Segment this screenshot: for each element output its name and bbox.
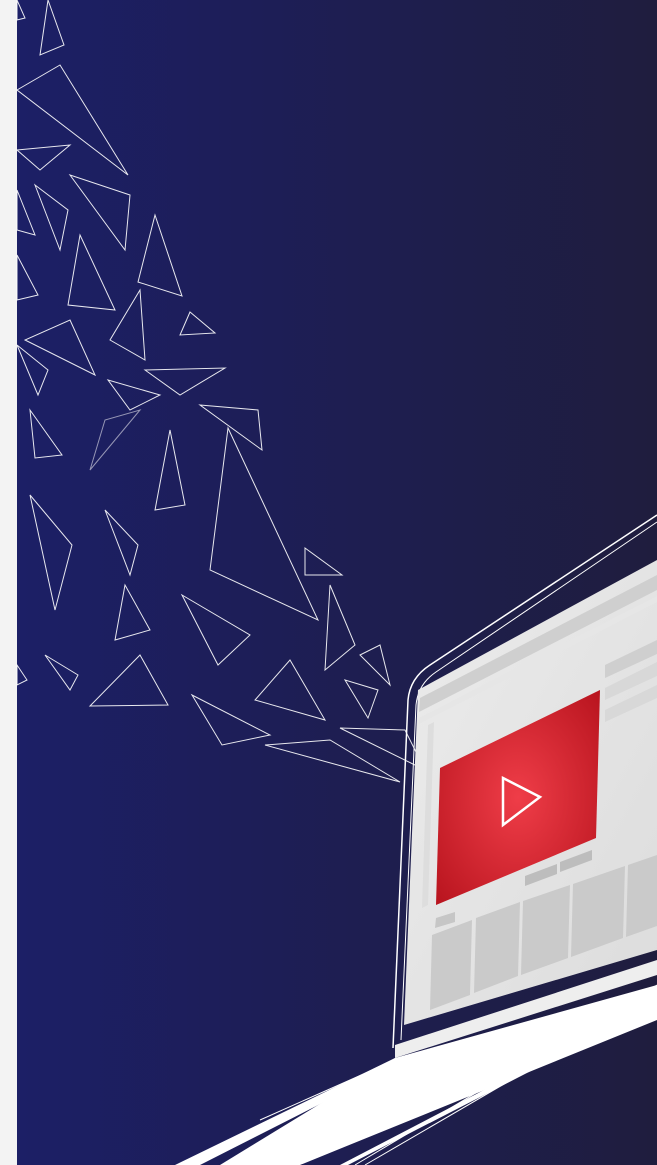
hero-illustration bbox=[0, 0, 657, 1165]
background bbox=[17, 0, 657, 1165]
laptop-video-illustration bbox=[15, 0, 657, 1165]
thumbnail bbox=[626, 855, 657, 937]
thumbnail bbox=[430, 920, 472, 1010]
